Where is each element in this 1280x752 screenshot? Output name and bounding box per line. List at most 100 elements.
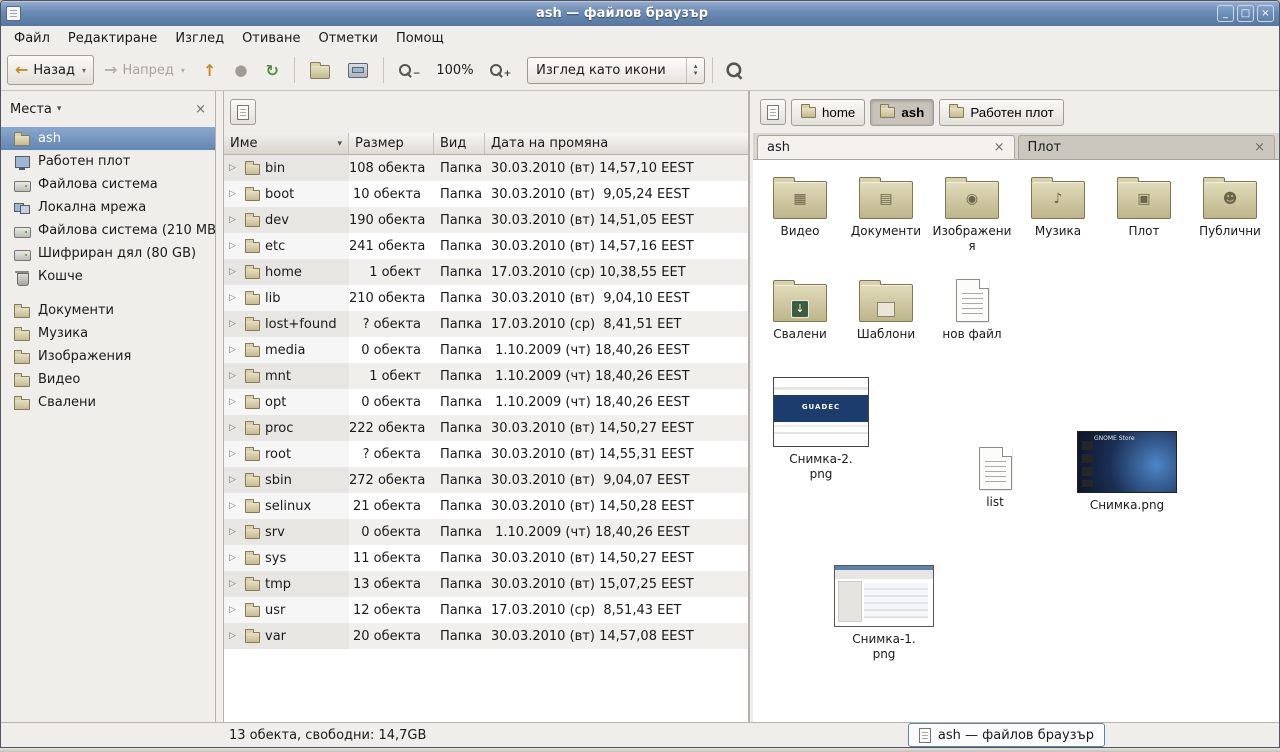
expander-icon[interactable]: ▷ (229, 397, 240, 407)
combo-arrows-icon[interactable]: ▴▾ (686, 58, 704, 83)
table-row[interactable]: ▷ lost+found ? обекта Папка 17.03.2010 (… (224, 311, 748, 337)
tab-close-icon[interactable]: × (994, 140, 1005, 155)
computer-button[interactable] (340, 55, 376, 85)
path-button[interactable]: ash (870, 99, 934, 126)
titlebar[interactable]: ash — файлов браузър _ □ × (1, 1, 1279, 26)
table-row[interactable]: ▷ sbin 272 обекта Папка 30.03.2010 (вт) … (224, 467, 748, 493)
expander-icon[interactable]: ▷ (229, 163, 240, 173)
maximize-button[interactable]: □ (1237, 5, 1254, 22)
menu-item[interactable]: Изглед (166, 28, 233, 49)
table-row[interactable]: ▷ home 1 обект Папка 17.03.2010 (ср) 10,… (224, 259, 748, 285)
sidebar-item[interactable]: Шифриран дял (80 GB) (1, 242, 215, 265)
column-header-size[interactable]: Размер (349, 133, 434, 154)
icon-item[interactable]: GUADEC Снимка-2.png (767, 377, 875, 482)
menu-item[interactable]: Отиване (233, 28, 309, 49)
expander-icon[interactable]: ▷ (229, 241, 240, 251)
sidebar-item[interactable]: Музика (1, 322, 215, 345)
table-row[interactable]: ▷ media 0 обекта Папка 1.10.2009 (чт) 18… (224, 337, 748, 363)
menu-item[interactable]: Помощ (387, 28, 453, 49)
column-header-type[interactable]: Вид (434, 133, 485, 154)
home-button[interactable] (302, 55, 338, 85)
column-header-date[interactable]: Дата на промяна (485, 133, 748, 154)
sidebar-item[interactable]: Изображения (1, 345, 215, 368)
table-row[interactable]: ▷ sys 11 обекта Папка 30.03.2010 (вт) 14… (224, 545, 748, 571)
path-button[interactable]: Работен плот (939, 99, 1063, 126)
view-mode-combo[interactable]: Изглед като икони ▴▾ (527, 57, 705, 84)
table-row[interactable]: ▷ opt 0 обекта Папка 1.10.2009 (чт) 18,4… (224, 389, 748, 415)
back-dropdown-icon[interactable]: ▾ (82, 66, 86, 75)
places-close-icon[interactable]: × (195, 102, 206, 117)
zoom-in-button[interactable]: + (482, 55, 520, 85)
sidebar-item[interactable]: ash (1, 127, 215, 150)
sidebar-item[interactable]: Свалени (1, 391, 215, 414)
tab[interactable]: ash × (757, 135, 1015, 159)
expander-icon[interactable]: ▷ (229, 267, 240, 277)
table-row[interactable]: ▷ mnt 1 обект Папка 1.10.2009 (чт) 18,40… (224, 363, 748, 389)
file-size: 10 обекта (349, 187, 434, 202)
sidebar-item[interactable]: Локална мрежа (1, 196, 215, 219)
expander-icon[interactable]: ▷ (229, 293, 240, 303)
table-row[interactable]: ▷ proc 222 обекта Папка 30.03.2010 (вт) … (224, 415, 748, 441)
menu-item[interactable]: Отметки (309, 28, 386, 49)
expander-icon[interactable]: ▷ (229, 605, 240, 615)
back-button[interactable]: ← Назад ▾ (7, 55, 94, 85)
zoom-in-icon (490, 64, 503, 77)
expander-icon[interactable]: ▷ (229, 371, 240, 381)
expander-icon[interactable]: ▷ (229, 449, 240, 459)
expander-icon[interactable]: ▷ (229, 527, 240, 537)
file-date: 30.03.2010 (вт) 14,50,27 EEST (485, 421, 748, 436)
expander-icon[interactable]: ▷ (229, 553, 240, 563)
close-button[interactable]: × (1257, 5, 1274, 22)
expander-icon[interactable]: ▷ (229, 579, 240, 589)
path-root-button[interactable] (760, 99, 786, 125)
table-row[interactable]: ▷ lib 210 обекта Папка 30.03.2010 (вт) 9… (224, 285, 748, 311)
expander-icon[interactable]: ▷ (229, 423, 240, 433)
places-collapse-icon[interactable]: ▾ (57, 104, 62, 114)
sidebar-item[interactable]: Видео (1, 368, 215, 391)
expander-icon[interactable]: ▷ (229, 475, 240, 485)
pane-splitter[interactable] (216, 91, 223, 722)
stop-button[interactable]: ● (226, 55, 255, 85)
table-row[interactable]: ▷ boot 10 обекта Папка 30.03.2010 (вт) 9… (224, 181, 748, 207)
expander-icon[interactable]: ▷ (229, 345, 240, 355)
table-row[interactable]: ▷ var 20 обекта Папка 30.03.2010 (вт) 14… (224, 623, 748, 649)
table-row[interactable]: ▷ root ? обекта Папка 30.03.2010 (вт) 14… (224, 441, 748, 467)
search-button[interactable] (720, 55, 749, 85)
table-row[interactable]: ▷ bin 108 обекта Папка 30.03.2010 (вт) 1… (224, 155, 748, 181)
up-button[interactable]: ↑ (195, 55, 224, 85)
sidebar-item[interactable]: Документи (1, 299, 215, 322)
expander-icon[interactable]: ▷ (229, 319, 240, 329)
menu-item[interactable]: Редактиране (59, 28, 166, 49)
minimize-button[interactable]: _ (1217, 5, 1234, 22)
table-row[interactable]: ▷ srv 0 обекта Папка 1.10.2009 (чт) 18,4… (224, 519, 748, 545)
icon-item[interactable]: GNOME Store Снимка.png (1071, 431, 1183, 513)
menu-item[interactable]: Файл (5, 28, 59, 49)
folder-icon (245, 450, 260, 461)
sidebar-item[interactable]: Работен плот (1, 150, 215, 173)
icon-item[interactable]: list (963, 447, 1027, 510)
sidebar-item[interactable]: Файлова система (1, 173, 215, 196)
file-type: Папка (434, 603, 485, 618)
tab-close-icon[interactable]: × (1254, 140, 1265, 155)
table-row[interactable]: ▷ dev 190 обекта Папка 30.03.2010 (вт) 1… (224, 207, 748, 233)
tab[interactable]: Плот × (1018, 135, 1276, 159)
sidebar-item[interactable]: Файлова система (210 MB) (1, 219, 215, 242)
expander-icon[interactable]: ▷ (229, 631, 240, 641)
taskbar-window-button[interactable]: ash — файлов браузър (908, 723, 1105, 747)
tab-label: Плот (1028, 140, 1249, 155)
table-row[interactable]: ▷ usr 12 обекта Папка 17.03.2010 (ср) 8,… (224, 597, 748, 623)
icon-item[interactable]: Снимка-1.png (829, 565, 939, 662)
expander-icon[interactable]: ▷ (229, 215, 240, 225)
expander-icon[interactable]: ▷ (229, 189, 240, 199)
sidebar-item[interactable]: Кошче (1, 265, 215, 288)
path-button[interactable]: home (791, 99, 865, 126)
reload-button[interactable]: ↻ (257, 55, 286, 85)
table-row[interactable]: ▷ selinux 21 обекта Папка 30.03.2010 (вт… (224, 493, 748, 519)
table-row[interactable]: ▷ etc 241 обекта Папка 30.03.2010 (вт) 1… (224, 233, 748, 259)
column-header-name[interactable]: Име ▾ (224, 133, 349, 154)
expander-icon[interactable]: ▷ (229, 501, 240, 511)
table-row[interactable]: ▷ tmp 13 обекта Папка 30.03.2010 (вт) 15… (224, 571, 748, 597)
location-root-button[interactable] (230, 99, 256, 125)
zoom-out-button[interactable]: − (391, 55, 429, 85)
forward-button[interactable]: → Напред ▾ (96, 55, 193, 85)
